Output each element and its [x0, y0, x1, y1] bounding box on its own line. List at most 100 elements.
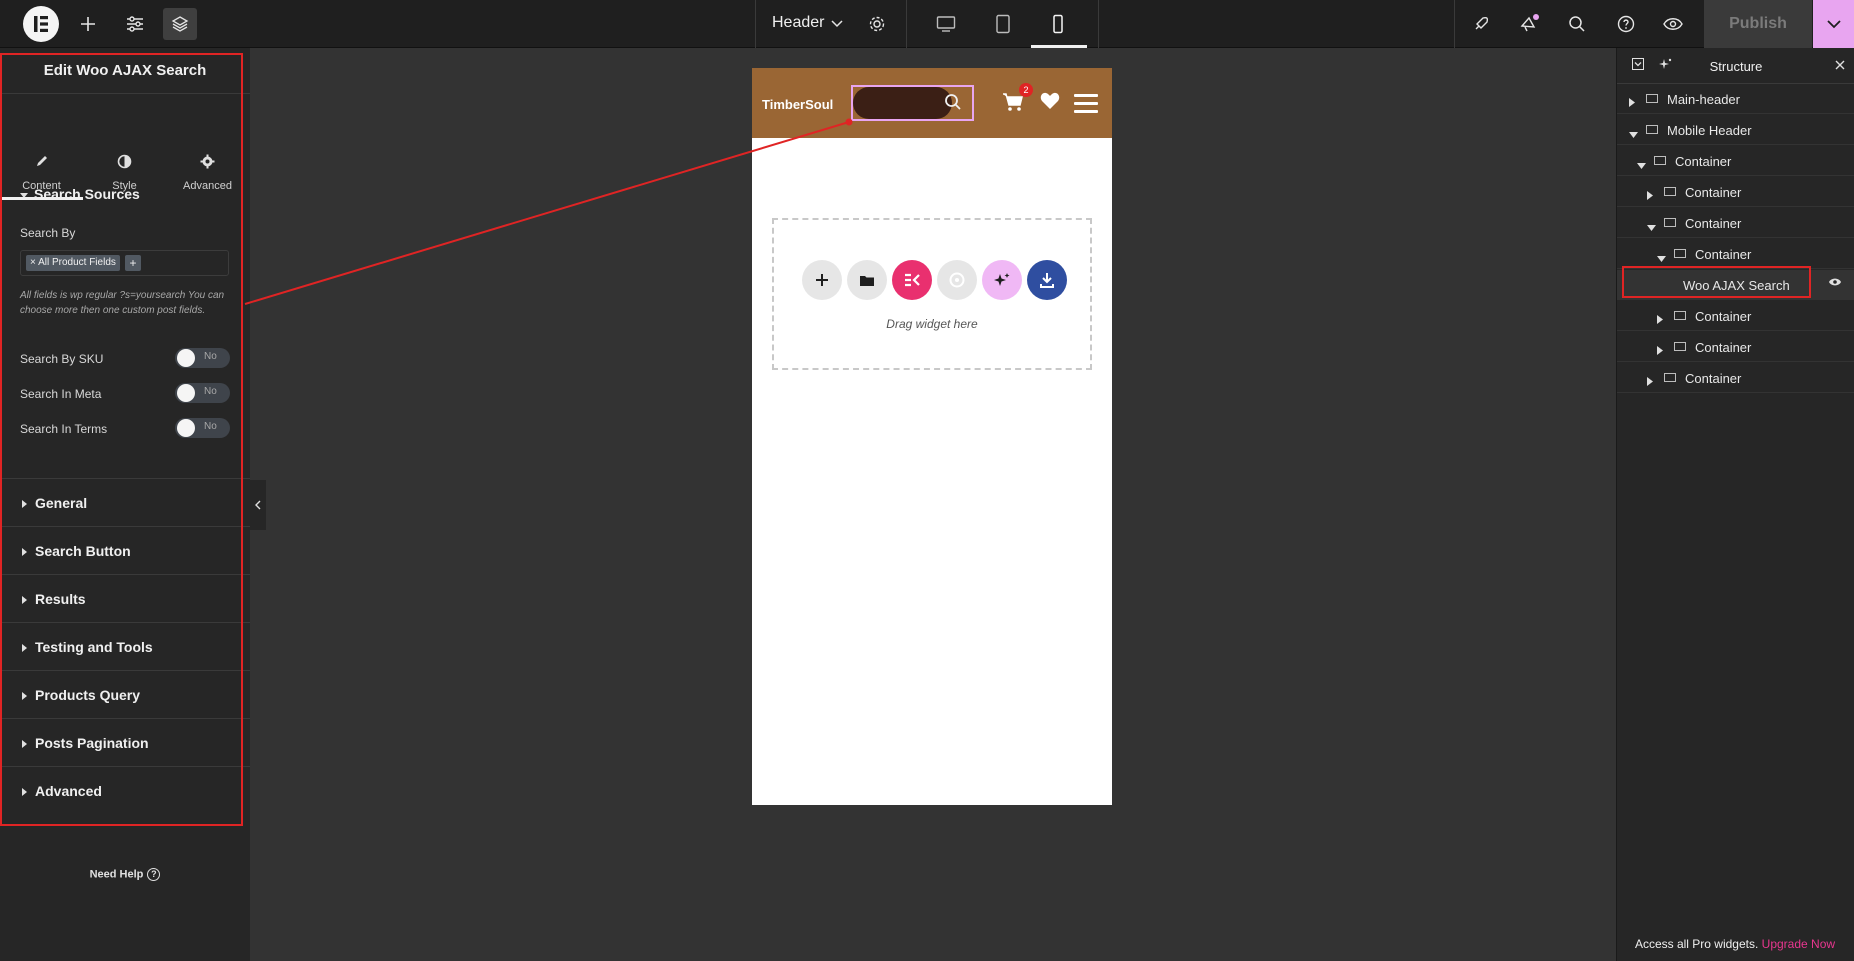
search-in-terms-toggle[interactable]: No [175, 418, 230, 438]
tab-style[interactable]: Style [83, 94, 166, 200]
top-bar: Header Publish [0, 0, 1854, 48]
tab-content[interactable]: Content [0, 94, 83, 200]
structure-layers-icon[interactable] [163, 8, 197, 40]
tab-label: Advanced [183, 180, 232, 192]
search-by-help-text: All fields is wp regular ?s=yoursearch Y… [20, 290, 225, 316]
tab-advanced[interactable]: Advanced [166, 94, 249, 200]
caret-right-icon[interactable] [1657, 343, 1663, 358]
collapse-panel-handle[interactable] [250, 480, 266, 530]
page-settings-gear-icon[interactable] [860, 8, 894, 40]
template-library-folder-icon[interactable] [847, 260, 887, 300]
add-element-icon[interactable] [71, 8, 105, 40]
pro-promo-text: Access all Pro widgets. Upgrade Now [1616, 937, 1854, 951]
section-advanced[interactable]: Advanced [0, 766, 250, 814]
panel-tabs: Content Style Advanced [0, 94, 250, 200]
search-by-chip[interactable]: × All Product Fields [26, 255, 120, 271]
need-help-link[interactable]: Need Help? [0, 868, 250, 881]
tree-item-label: Container [1695, 340, 1752, 355]
tree-item-label: Woo AJAX Search [1683, 278, 1790, 293]
section-posts-pagination[interactable]: Posts Pagination [0, 718, 250, 766]
burger-line [1074, 110, 1098, 113]
hamburger-menu-icon[interactable] [1074, 94, 1098, 118]
add-section-plus-icon[interactable] [802, 260, 842, 300]
close-icon[interactable] [1835, 58, 1845, 73]
elementskit-icon[interactable] [892, 260, 932, 300]
half-circle-icon [83, 154, 166, 174]
publish-button[interactable]: Publish [1704, 0, 1812, 48]
search-icon[interactable] [1560, 8, 1594, 40]
addon-refresh-icon[interactable] [937, 260, 977, 300]
drop-zone-hint: Drag widget here [886, 317, 978, 331]
tree-item-label: Container [1685, 216, 1742, 231]
caret-right-icon [22, 740, 27, 749]
desktop-icon[interactable] [929, 8, 963, 40]
toggle-value: No [204, 421, 217, 432]
toggle-knob [177, 384, 195, 402]
upgrade-now-link[interactable]: Upgrade Now [1762, 937, 1835, 951]
search-in-meta-toggle[interactable]: No [175, 383, 230, 403]
tree-item[interactable]: Container [1617, 332, 1854, 362]
tree-item[interactable]: Container [1617, 239, 1854, 269]
rocket-icon[interactable] [1464, 8, 1498, 40]
section-label: Results [22, 591, 86, 607]
preview-eye-icon[interactable] [1656, 8, 1690, 40]
toggle-value: No [204, 386, 217, 397]
section-products-query[interactable]: Products Query [0, 670, 250, 718]
tree-item-woo-ajax-search[interactable]: Woo AJAX Search [1617, 270, 1854, 300]
caret-right-icon[interactable] [1647, 374, 1653, 389]
section-title: Search Button [35, 543, 131, 559]
tree-item[interactable]: Container [1617, 177, 1854, 207]
drop-zone[interactable]: Drag widget here [772, 218, 1092, 370]
site-logo[interactable]: TimberSoul [762, 97, 833, 112]
tree-item[interactable]: Container [1617, 363, 1854, 393]
container-icon [1646, 94, 1658, 103]
add-field-button[interactable]: + [125, 255, 141, 271]
announcements-megaphone-icon[interactable] [1513, 8, 1547, 40]
caret-down-icon[interactable] [1629, 126, 1638, 141]
download-template-icon[interactable] [1027, 260, 1067, 300]
toggle-knob [177, 419, 195, 437]
caret-right-icon [22, 500, 27, 509]
search-by-label: Search By [20, 226, 76, 240]
wishlist-heart-icon[interactable] [1040, 90, 1060, 116]
gear-icon [166, 154, 249, 174]
divider [906, 0, 907, 48]
section-general[interactable]: General [0, 478, 250, 526]
section-title: Testing and Tools [35, 639, 153, 655]
site-header: TimberSoul 2 [752, 68, 1112, 138]
section-title: Posts Pagination [35, 735, 149, 751]
elementor-logo-icon[interactable] [23, 6, 59, 42]
container-icon [1654, 156, 1666, 165]
tablet-icon[interactable] [986, 8, 1020, 40]
pencil-icon [0, 154, 83, 173]
chevron-down-icon[interactable] [820, 8, 854, 40]
tree-item[interactable]: Main-header [1617, 84, 1854, 114]
section-search-button[interactable]: Search Button [0, 526, 250, 574]
caret-down-icon[interactable] [1647, 219, 1656, 234]
cart-icon[interactable] [1002, 92, 1024, 117]
help-circle-icon[interactable] [1609, 8, 1643, 40]
search-icon[interactable] [944, 93, 961, 110]
section-search-sources[interactable]: Search Sources [20, 186, 140, 202]
caret-down-icon[interactable] [1657, 250, 1666, 265]
tree-item[interactable]: Mobile Header [1617, 115, 1854, 145]
ai-sparkle-icon[interactable] [982, 260, 1022, 300]
site-settings-icon[interactable] [118, 8, 152, 40]
search-by-sku-toggle[interactable]: No [175, 348, 230, 368]
caret-right-icon[interactable] [1629, 95, 1635, 110]
caret-right-icon[interactable] [1647, 188, 1653, 203]
publish-options-chevron-icon[interactable] [1813, 0, 1854, 48]
visibility-eye-icon[interactable] [1828, 275, 1842, 290]
container-icon [1674, 342, 1686, 351]
search-by-select[interactable]: × All Product Fields + [20, 250, 229, 276]
section-results[interactable]: Results [0, 574, 250, 622]
tree-item[interactable]: Container [1617, 146, 1854, 176]
tree-item[interactable]: Container [1617, 301, 1854, 331]
caret-right-icon[interactable] [1657, 312, 1663, 327]
document-name[interactable]: Header [772, 14, 824, 32]
section-testing-and-tools[interactable]: Testing and Tools [0, 622, 250, 670]
active-device-indicator [1031, 45, 1087, 48]
caret-down-icon[interactable] [1637, 157, 1646, 172]
tree-item[interactable]: Container [1617, 208, 1854, 238]
mobile-icon[interactable] [1041, 8, 1075, 40]
